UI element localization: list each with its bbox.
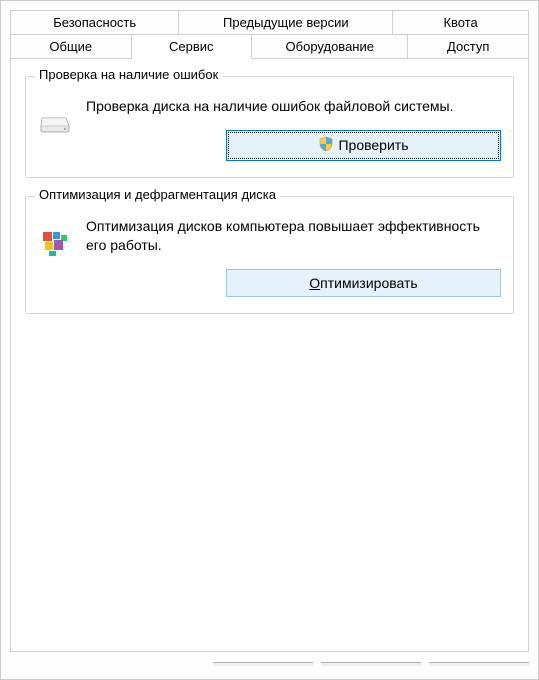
tab-tools[interactable]: Сервис (132, 34, 253, 59)
tab-security[interactable]: Безопасность (10, 10, 179, 34)
footer-button-stub[interactable] (321, 662, 421, 666)
tab-control: Безопасность Предыдущие версии Квота Общ… (10, 10, 529, 652)
tab-panel-tools: Проверка на наличие ошибок Проверка диск… (10, 58, 529, 652)
tab-sharing[interactable]: Доступ (408, 34, 529, 59)
tab-quota[interactable]: Квота (393, 10, 529, 34)
tab-hardware[interactable]: Оборудование (252, 34, 408, 59)
tab-row-bottom: Общие Сервис Оборудование Доступ (10, 34, 529, 59)
optimize-button-label: Оптимизировать (309, 275, 417, 291)
footer-button-stub[interactable] (213, 662, 313, 666)
optimize-group: Оптимизация и дефрагментация диска (25, 196, 514, 314)
properties-dialog: Безопасность Предыдущие версии Квота Общ… (0, 0, 539, 680)
optimize-description: Оптимизация дисков компьютера повышает э… (86, 217, 501, 255)
tab-row-top: Безопасность Предыдущие версии Квота (10, 10, 529, 34)
optimize-legend: Оптимизация и дефрагментация диска (35, 187, 280, 202)
shield-icon (318, 136, 334, 155)
error-check-group: Проверка на наличие ошибок Проверка диск… (25, 76, 514, 178)
dialog-footer (10, 662, 529, 670)
optimize-button[interactable]: Оптимизировать (226, 269, 501, 297)
defrag-icon (38, 225, 72, 259)
check-button-label: Проверить (338, 137, 408, 153)
error-check-description: Проверка диска на наличие ошибок файлово… (86, 97, 501, 116)
tab-general[interactable]: Общие (10, 34, 132, 59)
footer-button-stub[interactable] (429, 662, 529, 666)
tab-previous-versions[interactable]: Предыдущие версии (179, 10, 393, 34)
error-check-legend: Проверка на наличие ошибок (35, 67, 222, 82)
check-button[interactable]: Проверить (226, 130, 501, 161)
drive-icon (38, 105, 72, 139)
